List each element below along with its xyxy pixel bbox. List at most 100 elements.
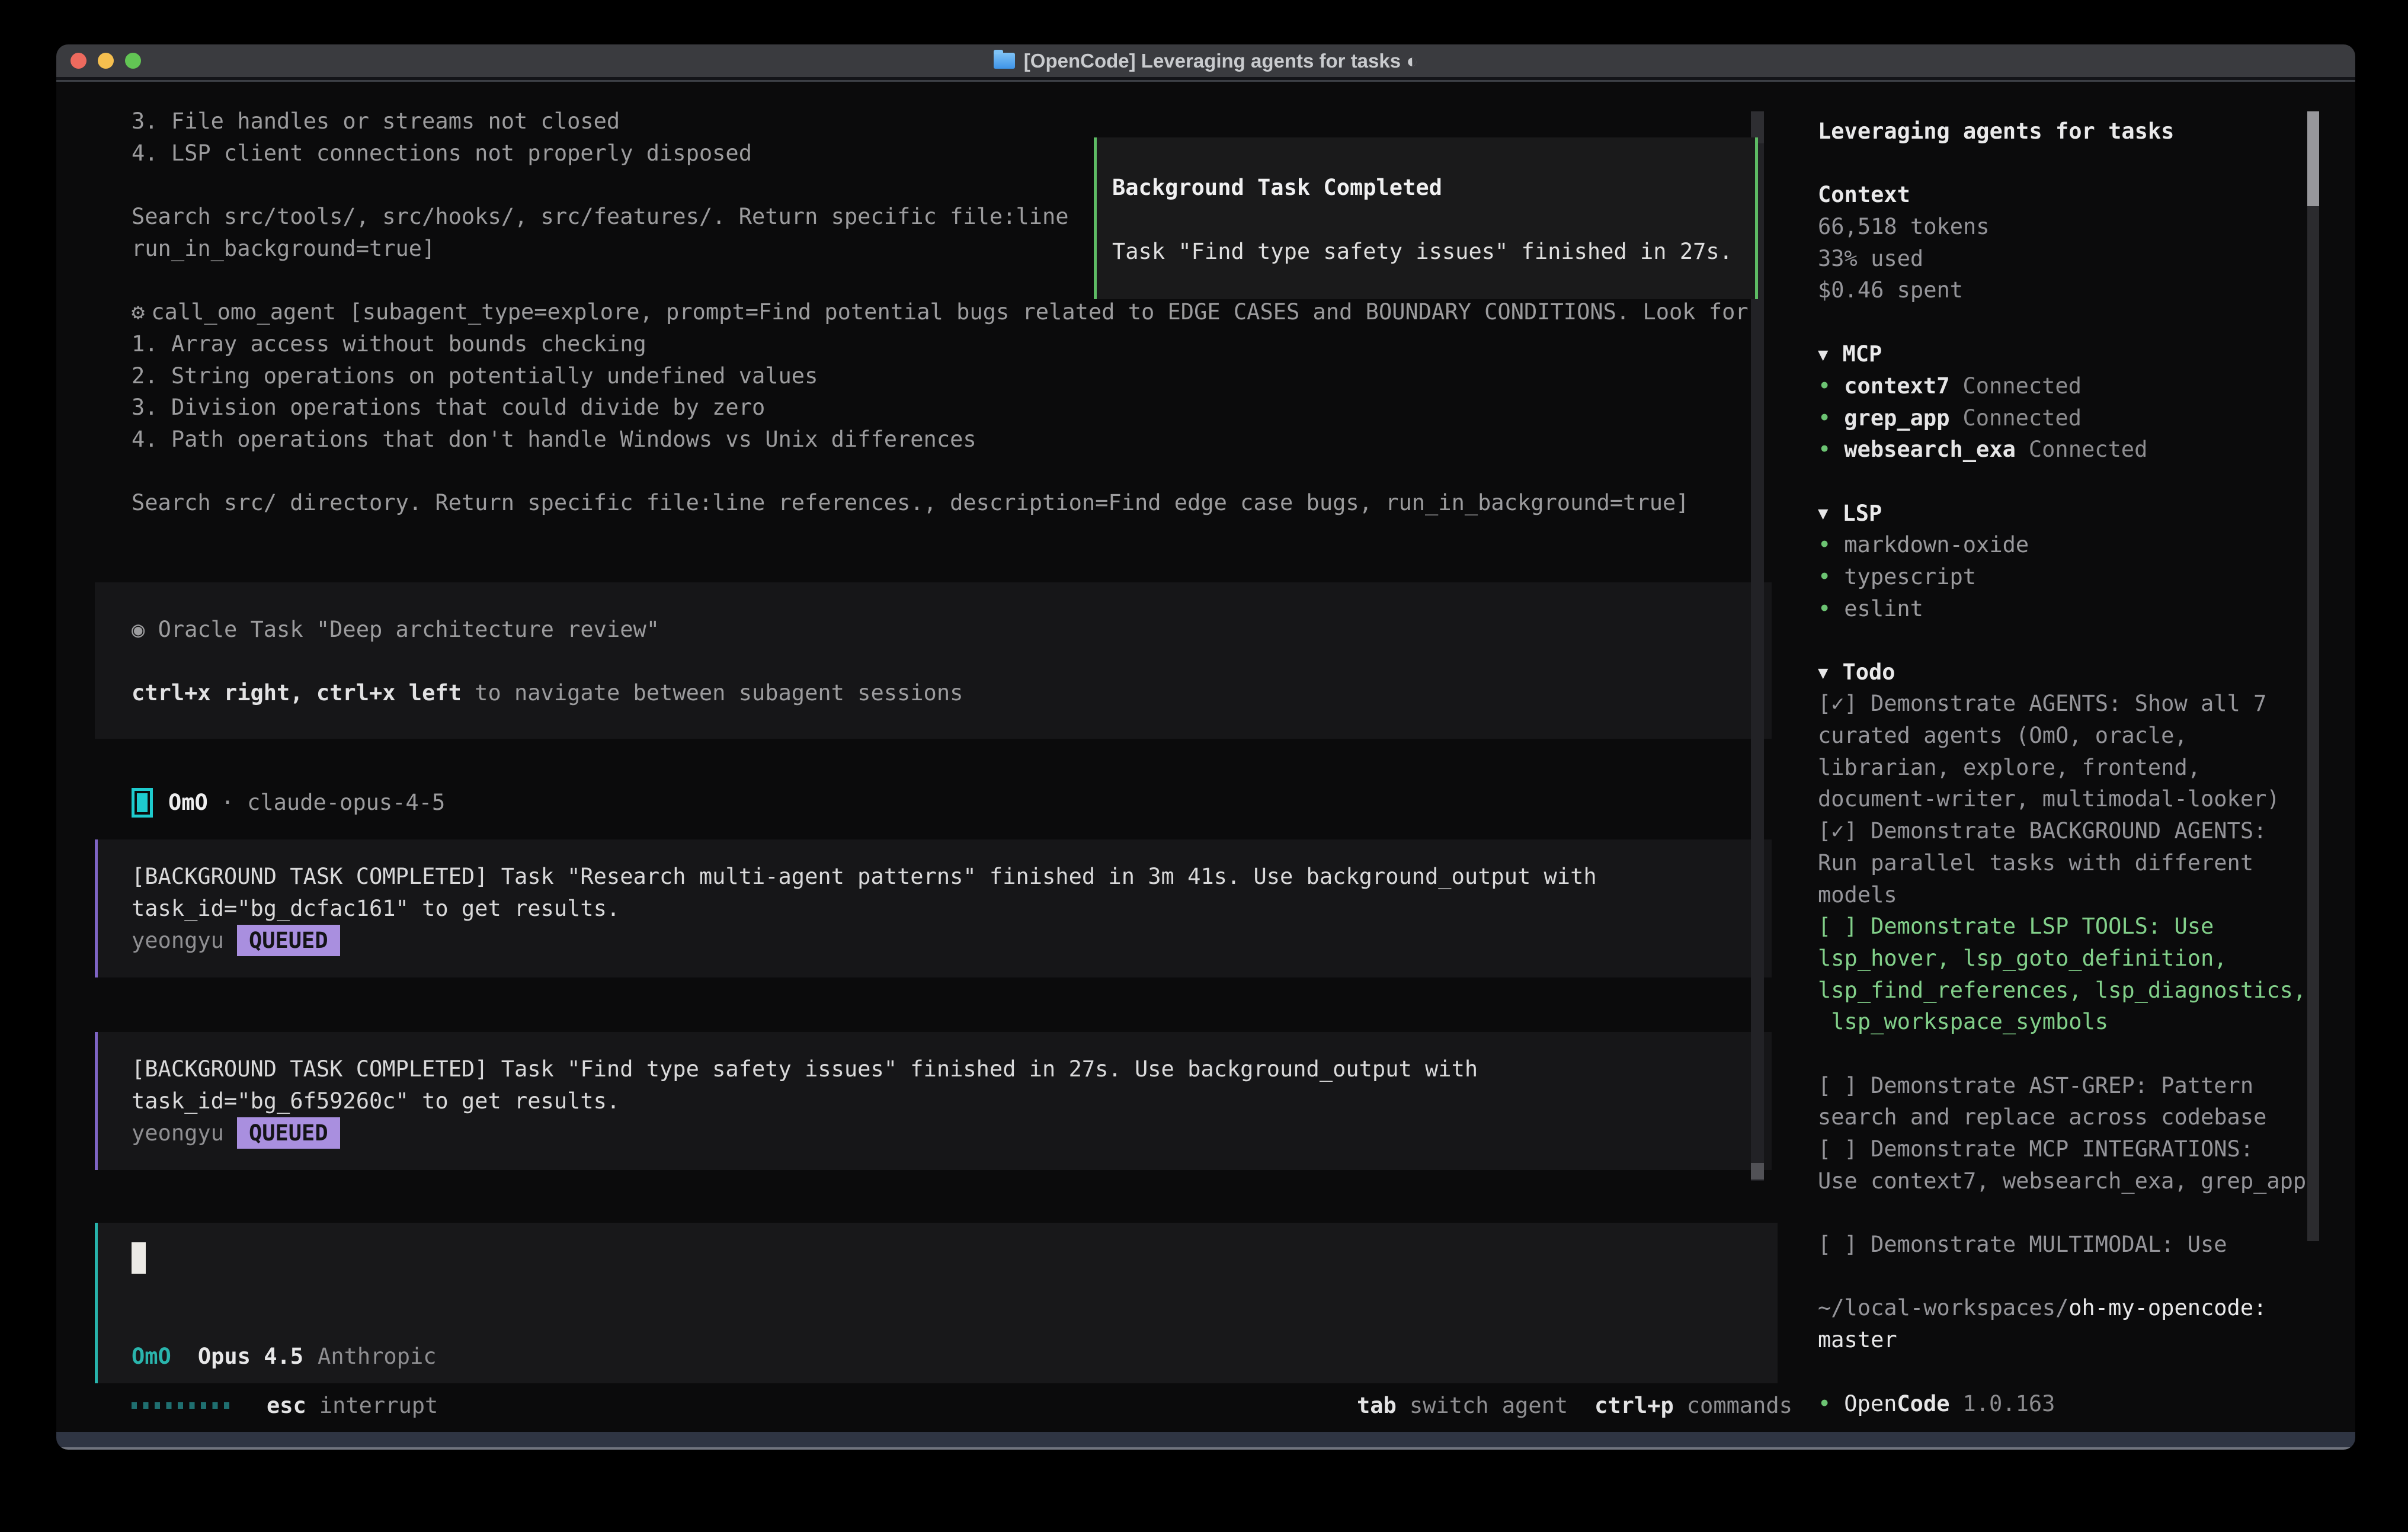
context-used: 33% used [1818,243,2327,275]
context-spent: $0.46 spent [1818,274,2327,306]
tool-call-tail: Search src/ directory. Return specific f… [95,487,1772,519]
mcp-name: context7 [1844,373,1949,399]
todo-line: search and replace across codebase [1818,1101,2327,1133]
oracle-task-title: Oracle Task "Deep architecture review" [158,617,659,642]
tab-key-hint: tab [1357,1393,1397,1418]
background-task-toast[interactable]: Background Task Completed Task "Find typ… [1094,137,1758,299]
product-name: Open [1844,1391,1897,1416]
message-line: [BACKGROUND TASK COMPLETED] Task "Find t… [132,1053,1772,1085]
context-tokens: 66,518 tokens [1818,211,2327,243]
mcp-status: Connected [1963,373,2082,399]
todo-line: Run parallel tasks with different [1818,847,2327,879]
message-line: task_id="bg_dcfac161" to get results. [132,893,1772,925]
todo-section-header[interactable]: ▼ Todo [1818,656,2327,688]
workspace-path: ~/local-workspaces/oh-my-opencode: [1818,1292,2327,1324]
workspace-branch: master [1818,1324,2327,1356]
todo-line: [ ] Demonstrate MULTIMODAL: Use [1818,1229,2327,1261]
todo-line: lsp_hover, lsp_goto_definition, [1818,943,2327,975]
tool-call-item: 3. Division operations that could divide… [95,392,1772,424]
todo-heading: Todo [1842,659,1895,685]
lsp-name: eslint [1844,596,1923,621]
bullet-icon: • [1818,532,1831,557]
chat-scrollbar-thumb[interactable] [1751,1163,1764,1180]
minimize-button[interactable] [98,53,114,69]
ctrlp-key-hint: ctrl+p [1594,1393,1674,1418]
agent-model: claude-opus-4-5 [247,790,445,815]
version-row: •OpenCode1.0.163 [1818,1388,2327,1420]
product-version: 1.0.163 [1963,1391,2055,1416]
bullet-icon: • [1818,564,1831,589]
status-badge: QUEUED [237,925,340,956]
dot-separator: · [221,790,234,815]
mcp-item: • grep_app Connected [1818,402,2327,434]
tool-call-text: call_omo_agent [subagent_type=explore, p… [151,299,1748,325]
mcp-item: •websearch_exaConnected [1818,434,2327,466]
input-agent: OmO [132,1341,171,1373]
zoom-button[interactable] [125,53,141,69]
titlebar: [OpenCode] Leveraging agents for tasks ◐ [56,44,2355,77]
window-title-group: [OpenCode] Leveraging agents for tasks ◐ [994,50,1418,72]
titlebar-accent-line [56,80,2355,82]
lsp-item: • typescript [1818,561,2327,593]
todo-line: [✓] Demonstrate AGENTS: Show all 7 [1818,688,2327,720]
toast-title: Background Task Completed [1112,172,1755,204]
mcp-status: Connected [2029,437,2147,462]
close-button[interactable] [71,53,87,69]
gear-icon: ⚙ [132,299,145,325]
session-title: Leveraging agents for tasks [1818,116,2327,148]
spinner-icon [132,1402,233,1409]
tool-call-line: ⚙call_omo_agent [subagent_type=explore, … [95,296,1772,328]
input-provider: Anthropic [318,1341,436,1373]
mcp-item: • context7 Connected [1818,370,2327,402]
message-line: [BACKGROUND TASK COMPLETED] Task "Resear… [132,861,1772,893]
context-heading: Context [1818,179,2327,211]
tool-call-item: 4. Path operations that don't handle Win… [95,424,1772,456]
input-model: Opus 4.5 [198,1341,303,1373]
prompt-input[interactable]: OmO Opus 4.5 Anthropic [95,1223,1778,1383]
toast-body: Task "Find type safety issues" finished … [1112,236,1755,268]
background-task-message: [BACKGROUND TASK COMPLETED] Task "Resear… [95,839,1772,977]
todo-line: lsp_workspace_symbols [1818,1006,2327,1038]
todo-line: document-writer, multimodal-looker) [1818,783,2327,815]
esc-key-label: interrupt [319,1393,438,1418]
traffic-lights [71,53,141,69]
agent-session-row[interactable]: OmO · claude-opus-4-5 [95,787,1772,819]
lsp-item: •markdown-oxide [1818,529,2327,561]
todo-line: [ ] Demonstrate LSP TOOLS: Use [1818,911,2327,943]
message-author: yeongyu [132,928,224,953]
todo-line: [ ] Demonstrate MCP INTEGRATIONS: [1818,1133,2327,1165]
window-title: [OpenCode] Leveraging agents for tasks ◐ [1024,50,1418,72]
mcp-heading: MCP [1842,341,1882,367]
todo-line: [ ] Demonstrate AST-GREP: Pattern [1818,1070,2327,1102]
oracle-task-panel: ◉ Oracle Task "Deep architecture review"… [95,582,1772,739]
status-right-group: tabswitch agent ctrl+pcommands [1330,1393,1792,1418]
chevron-down-icon: ▼ [1818,344,1828,364]
bullet-icon: • [1818,596,1831,621]
chat-line: 3. File handles or streams not closed [95,105,1772,137]
lsp-item: • eslint [1818,592,2327,624]
bullet-icon: • [1818,405,1831,431]
terminal-window: [OpenCode] Leveraging agents for tasks ◐… [56,44,2355,1450]
bullet-icon: • [1818,373,1831,399]
mcp-status: Connected [1963,405,2082,431]
ctrlp-key-label: commands [1687,1393,1792,1418]
omo-agent-icon [132,788,153,818]
lsp-section-header[interactable]: ▼LSP [1818,497,2327,529]
tool-call-item: 1. Array access without bounds checking [95,328,1772,360]
mcp-name: grep_app [1844,405,1949,431]
hint-text: to navigate between subagent sessions [462,680,963,706]
folder-icon [994,53,1015,69]
todo-line: Use context7, websearch_exa, grep_app [1818,1165,2327,1197]
chevron-down-icon: ▼ [1818,662,1828,682]
product-name-bold: Code [1897,1391,1949,1416]
todo-line: lsp_find_references, lsp_diagnostics, [1818,975,2327,1007]
text-cursor [132,1242,146,1274]
background-task-message: [BACKGROUND TASK COMPLETED] Task "Find t… [95,1032,1772,1170]
agent-name: OmO [168,790,208,815]
bullet-icon: • [1818,437,1831,462]
mcp-section-header[interactable]: ▼ MCP [1818,338,2327,370]
lsp-heading: LSP [1842,501,1882,526]
lsp-name: typescript [1844,564,1976,589]
todo-line: [✓] Demonstrate BACKGROUND AGENTS: [1818,815,2327,847]
window-footer-edge [56,1447,2355,1450]
